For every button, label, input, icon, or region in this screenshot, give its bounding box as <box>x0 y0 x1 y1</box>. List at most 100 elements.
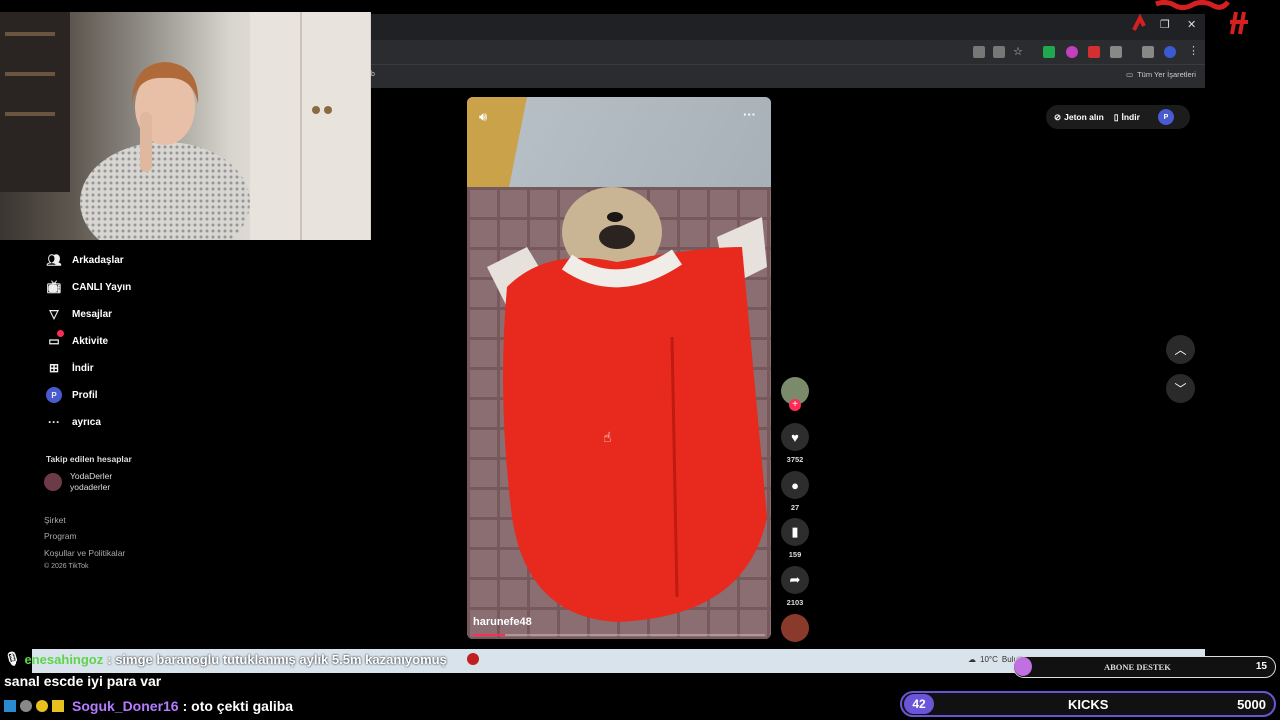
top-actions: ⊘ Jeton alın ▯ İndir P <box>1046 105 1190 129</box>
followed-account[interactable]: YodaDerler yodaderler <box>44 471 112 493</box>
share-action[interactable]: ➦ 2103 <box>781 566 809 607</box>
sidebar-item-profile[interactable]: P Profil <box>46 387 98 403</box>
sidebar-item-more[interactable]: ··· ayrıca <box>46 414 101 430</box>
sidebar-item-messages[interactable]: ▽ Mesajlar <box>46 306 112 322</box>
cursor-hand-icon: ☝︎ <box>603 429 612 445</box>
chat-username[interactable]: Soguk_Doner16 <box>72 698 179 714</box>
chat-message: : simge baranoglu tutuklanmış aylık 5.5m… <box>107 651 447 667</box>
bookmark-item[interactable]: b <box>371 71 375 78</box>
sidebar-item-label: Arkadaşlar <box>72 254 124 266</box>
video-progress-bar[interactable] <box>473 634 765 636</box>
download-app-button[interactable]: ▯ İndir <box>1114 112 1140 123</box>
badge-icon <box>36 700 48 712</box>
notification-dot <box>57 330 64 337</box>
get-coins-button[interactable]: ⊘ Jeton alın <box>1054 112 1104 123</box>
all-bookmarks-folder[interactable]: ▭ Tüm Yer İşaretleri <box>1126 70 1196 79</box>
video-menu-button[interactable]: ··· <box>743 107 756 122</box>
comment-action[interactable]: ● 27 <box>781 471 809 512</box>
extension-red-icon[interactable] <box>1088 46 1100 58</box>
browser-menu-icon[interactable]: ⋮ <box>1188 44 1200 57</box>
kicks-goal-bar: 42 KICKS 5000 <box>900 691 1276 717</box>
footer-link-program[interactable]: Program <box>44 531 77 541</box>
footer-link-terms[interactable]: Koşullar ve Politikalar <box>44 548 125 558</box>
goal-label: ABONE DESTEK <box>1104 662 1171 672</box>
save-action[interactable]: ▮ 159 <box>781 518 809 559</box>
extension-green-icon[interactable] <box>1043 46 1055 58</box>
sidebar-item-label: İndir <box>72 362 94 374</box>
goal-icon <box>1014 657 1032 676</box>
like-action[interactable]: ♥ 3752 <box>781 423 809 464</box>
media-controls-icon[interactable] <box>1142 46 1154 58</box>
stream-logo <box>1128 0 1258 40</box>
subscriber-goal-bar: ABONE DESTEK 15 <box>1013 656 1276 678</box>
share-count: 2103 <box>786 598 804 607</box>
browser-address-bar[interactable] <box>371 40 1205 64</box>
sidebar-item-download[interactable]: ⊞ İndir <box>46 360 94 376</box>
followed-heading: Takip edilen hesaplar <box>46 454 132 464</box>
followed-display-name: YodaDerler <box>70 471 113 481</box>
browser-title-bar <box>371 14 1205 40</box>
video-username[interactable]: harunefe48 <box>473 616 532 628</box>
live-icon: 📺︎ <box>46 280 62 294</box>
sidebar-item-label: Mesajlar <box>72 308 113 320</box>
badge-icon <box>52 700 64 712</box>
followed-handle: yodaderler <box>70 482 111 492</box>
chat-badge-icon: 🎙︎ <box>4 651 21 666</box>
chat-message: sanal escde iyi para var <box>4 673 162 689</box>
badge-icon <box>4 700 16 712</box>
user-avatar-button[interactable]: P <box>1157 109 1174 125</box>
cast-icon[interactable] <box>993 46 1005 58</box>
music-disc[interactable] <box>781 614 809 642</box>
follow-plus-icon[interactable]: + <box>789 399 801 411</box>
footer-copyright: © 2026 TikTok <box>44 563 89 570</box>
sidebar-item-friends[interactable]: 👥︎ Arkadaşlar <box>46 252 124 268</box>
kicks-count: 42 <box>904 694 934 714</box>
friends-icon: 👥︎ <box>46 253 62 267</box>
avatar <box>44 473 62 491</box>
activity-icon: ▭ <box>46 330 64 349</box>
video-player[interactable]: 🔊︎ ··· harunefe48 ☝︎ <box>467 97 771 639</box>
coin-icon: ⊘ <box>1054 111 1062 122</box>
kicks-goal: 5000 <box>1237 697 1266 712</box>
folder-icon: ▭ <box>1126 70 1134 79</box>
comment-icon: ● <box>781 471 809 499</box>
chat-username[interactable]: enesahingoz <box>25 652 104 667</box>
messages-icon: ▽ <box>49 307 59 321</box>
bookmark-icon: ▮ <box>781 518 809 546</box>
next-video-button[interactable]: ﹀ <box>1166 374 1195 403</box>
webcam-feed <box>0 12 371 240</box>
weather-icon: ☁ <box>968 655 976 664</box>
translate-icon[interactable] <box>973 46 985 58</box>
heart-icon: ♥ <box>781 423 809 451</box>
phone-icon: ▯ <box>1113 111 1119 122</box>
bookmarks-bar: b ▭ Tüm Yer İşaretleri <box>371 64 1205 88</box>
goal-count: 15 <box>1255 661 1267 672</box>
star-icon[interactable]: ☆ <box>1013 45 1025 58</box>
creator-avatar[interactable]: + <box>781 377 809 411</box>
previous-video-button[interactable]: ︿ <box>1166 335 1195 364</box>
kicks-label: KICKS <box>1068 697 1109 712</box>
profile-icon: P <box>46 387 62 403</box>
chat-ticker: 🎙︎ enesahingoz : simge baranoglu tutukla… <box>4 651 479 667</box>
sidebar-item-label: CANLI Yayın <box>72 281 132 293</box>
comment-count: 27 <box>790 503 800 512</box>
sidebar-item-activity[interactable]: ▭ Aktivite <box>46 330 108 349</box>
share-icon: ➦ <box>781 566 809 594</box>
extension-pink-icon[interactable] <box>1066 46 1078 58</box>
chat-line: Soguk_Doner16 : oto çekti galiba <box>4 698 293 714</box>
sidebar-item-label: ayrıca <box>72 416 101 428</box>
sidebar-item-live[interactable]: 📺︎ CANLI Yayın <box>46 279 131 295</box>
profile-avatar-icon[interactable] <box>1164 46 1176 58</box>
extensions-puzzle-icon[interactable] <box>1110 46 1122 58</box>
footer-link-company[interactable]: Şirket <box>44 515 66 525</box>
volume-icon[interactable]: 🔊︎ <box>479 109 487 125</box>
chevron-up-icon: ︿ <box>1174 343 1187 357</box>
video-progress-fill <box>473 634 506 636</box>
badge-icon <box>20 700 32 712</box>
save-count: 159 <box>788 550 802 559</box>
sidebar-item-label: Profil <box>72 389 98 401</box>
more-icon: ··· <box>48 415 60 429</box>
music-disc-icon <box>781 614 809 642</box>
chevron-down-icon: ﹀ <box>1174 382 1187 396</box>
avatar: + <box>781 377 809 411</box>
